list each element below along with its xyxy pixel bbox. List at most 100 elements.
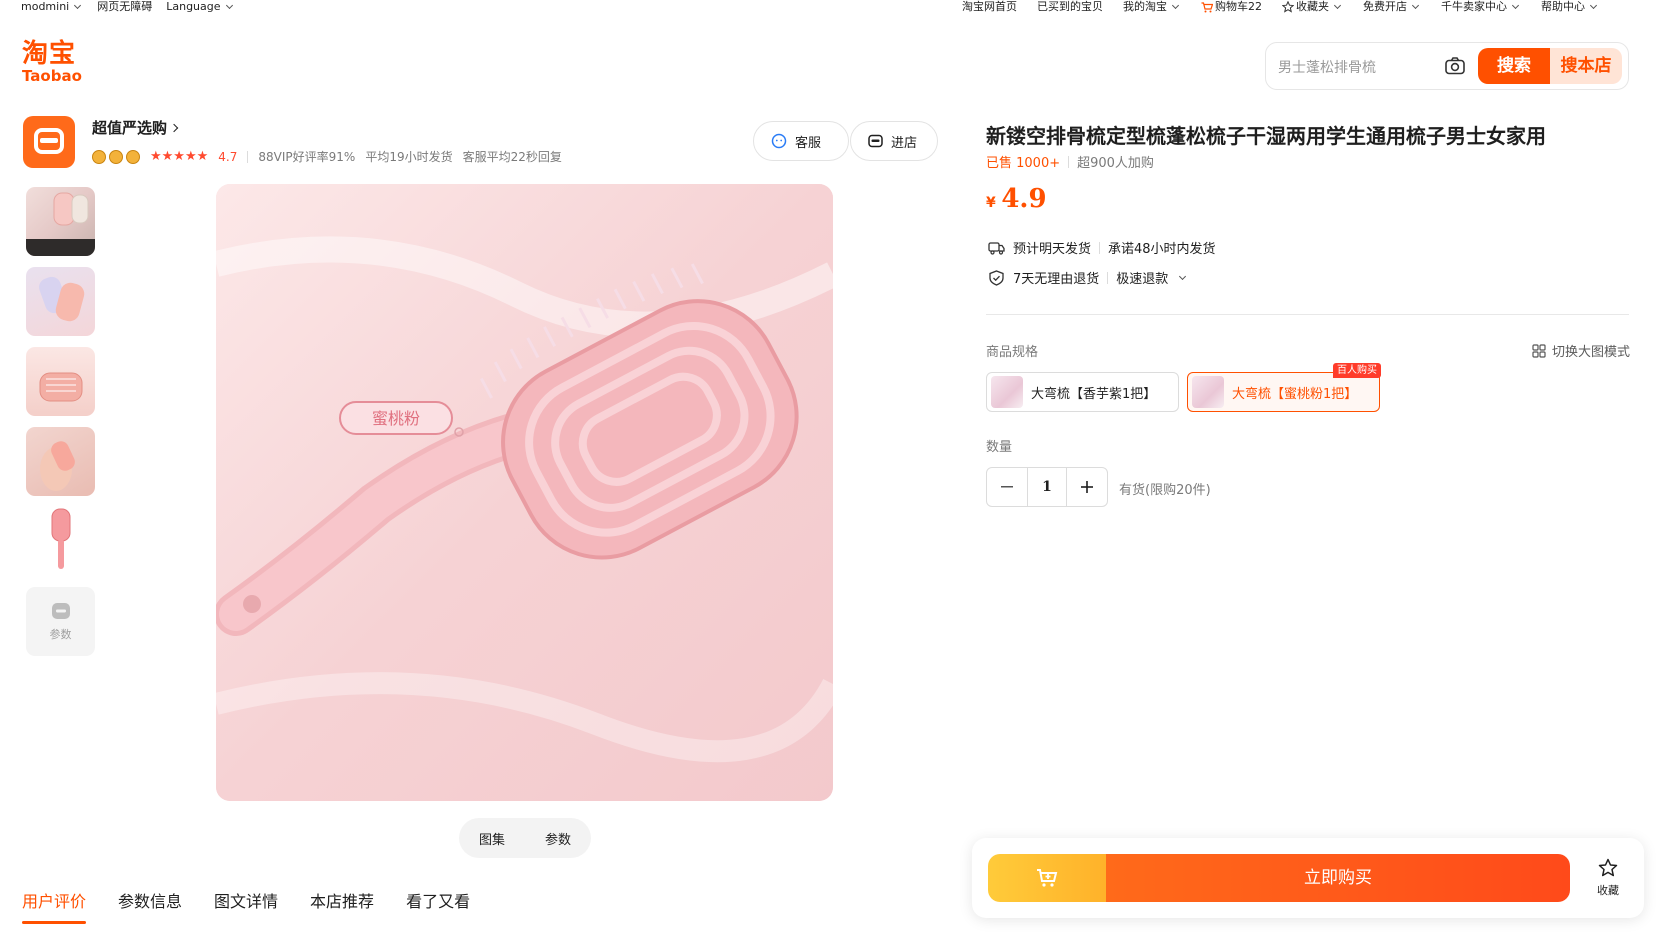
sku-thumbnail [1192,376,1224,408]
nav-home[interactable]: 淘宝网首页 [962,0,1017,14]
plus-icon [1081,481,1093,493]
thumbnail[interactable] [26,427,95,496]
comb-thumb-image [26,192,95,256]
nav-language[interactable]: Language [166,0,234,14]
cart-icon [1201,1,1213,12]
chevron-down-icon [1179,272,1187,280]
shop-meta: ★★★★★ 4.7 88VIP好评率91% 平均19小时发货 客服平均22秒回复 [92,148,562,165]
shield-icon [989,269,1004,286]
nav-seller-center[interactable]: 千牛卖家中心 [1441,0,1521,14]
quantity-input[interactable]: 1 [1027,468,1067,506]
chevron-down-icon [1411,1,1420,10]
comb-thumb-image [40,441,75,491]
gallery-tab[interactable]: 图集 [479,829,505,848]
added-count: 超900人加购 [1077,156,1154,171]
chevron-down-icon [1511,1,1520,10]
star-icon [1598,858,1618,877]
shop-logo[interactable] [23,116,75,168]
price: ¥ 4.9 [986,184,1047,214]
buy-now-button[interactable]: 立即购买 [1106,854,1570,902]
sku-option[interactable]: 大弯梳【香芋紫1把】 [986,372,1179,412]
comb-main-image: 蜜桃粉 [216,184,833,801]
chevron-down-icon [1589,1,1598,10]
camera-icon[interactable] [1445,57,1465,75]
stock-info: 有货(限购20件) [1119,483,1211,498]
top-nav: modmini 网页无障碍 Language 淘宝网首页 已买到的宝贝 我的淘宝… [0,0,1679,14]
sales-info: 已售 1000+ 超900人加购 [986,152,1154,171]
rating-stars-icon: ★★★★★ [150,149,209,164]
chevron-down-icon [1171,1,1180,10]
nav-open-shop[interactable]: 免费开店 [1363,0,1421,14]
quantity-stepper: 1 [986,467,1108,507]
switch-large-image-button[interactable]: 切换大图模式 [1532,341,1630,360]
nav-cart[interactable]: 购物车22 [1201,0,1262,14]
comb-thumb-image [39,276,85,322]
thumbnail[interactable] [26,347,95,416]
tab-params[interactable]: 参数信息 [118,888,182,924]
divider [986,314,1629,315]
gallery-toggle: 图集 参数 [459,818,591,858]
shop-ship-time: 平均19小时发货 [365,150,453,164]
grid-icon [1532,343,1546,358]
search-bar: 男士蓬松排骨梳 搜索 搜本店 [1265,42,1629,90]
comb-thumb-image [51,508,71,569]
shop-vip-rate: 88VIP好评率91% [258,150,356,164]
add-cart-icon [1037,869,1058,887]
star-icon [1282,1,1294,13]
add-to-cart-button[interactable] [988,854,1106,902]
nav-user[interactable]: modmini [21,0,83,14]
search-input[interactable]: 男士蓬松排骨梳 [1278,57,1376,77]
increase-button[interactable] [1067,468,1107,506]
taobao-logo[interactable]: 淘宝 Taobao [22,40,92,88]
minus-icon [1001,486,1013,488]
thumbnail-list: 参数 [26,187,95,667]
crown-icons [92,149,140,164]
shop-icon [34,128,64,154]
detail-tabs: 用户评价 参数信息 图文详情 本店推荐 看了又看 [22,888,470,924]
logo-cn: 淘宝 [22,39,77,69]
thumbnail[interactable] [26,507,95,576]
shop-score: 4.7 [218,149,238,164]
sku-option-selected[interactable]: 大弯梳【蜜桃粉1把】 百人购买 [1187,363,1381,412]
main-product-image[interactable]: 蜜桃粉 [216,184,833,801]
buy-bar: 立即购买 收藏 [972,838,1644,918]
sold-count: 已售 1000+ [986,156,1061,171]
tab-reviews[interactable]: 用户评价 [22,888,87,924]
nav-bought[interactable]: 已买到的宝贝 [1037,0,1103,14]
decrease-button[interactable] [987,468,1027,506]
product-title: 新镂空排骨梳定型梳蓬松梳子干湿两用学生通用梳子男士女家用 [986,124,1546,148]
nav-help[interactable]: 帮助中心 [1541,0,1599,14]
nav-accessibility[interactable]: 网页无障碍 [97,0,152,14]
customer-service-button[interactable]: 客服 [753,121,849,161]
search-store-button[interactable]: 搜本店 [1550,48,1622,84]
tab-store-recommend[interactable]: 本店推荐 [310,888,374,924]
tab-details[interactable]: 图文详情 [214,888,278,924]
chevron-down-icon [225,1,233,10]
thumbnail[interactable] [26,267,95,336]
shop-reply-time: 客服平均22秒回复 [462,150,562,164]
chevron-right-icon [169,123,179,133]
logo-en: Taobao [22,67,82,85]
enter-store-button[interactable]: 进店 [850,121,938,161]
quantity-label: 数量 [986,440,1013,455]
params-tab[interactable]: 参数 [545,829,571,848]
nav-favorites[interactable]: 收藏夹 [1282,0,1343,14]
nav-my-taobao[interactable]: 我的淘宝 [1123,0,1181,14]
shipping-info: 预计明天发货 承诺48小时内发货 [988,238,1216,257]
price-value: 4.9 [1001,184,1047,214]
params-icon [51,602,70,619]
favorite-button[interactable]: 收藏 [1588,858,1628,898]
chat-icon [771,133,787,149]
popular-badge: 百人购买 [1333,363,1381,378]
tab-also-viewed[interactable]: 看了又看 [406,888,470,924]
search-button[interactable]: 搜索 [1478,48,1550,84]
shop-name[interactable]: 超值严选购 [92,117,179,138]
comb-color-label: 蜜桃粉 [372,409,420,428]
sku-thumbnail [991,376,1023,408]
return-info[interactable]: 7天无理由退货 极速退款 [988,268,1188,287]
chevron-down-icon [74,1,82,10]
chevron-down-icon [1333,1,1342,10]
thumbnail-params[interactable]: 参数 [26,587,95,656]
store-icon [868,134,883,148]
thumbnail[interactable] [26,187,95,256]
